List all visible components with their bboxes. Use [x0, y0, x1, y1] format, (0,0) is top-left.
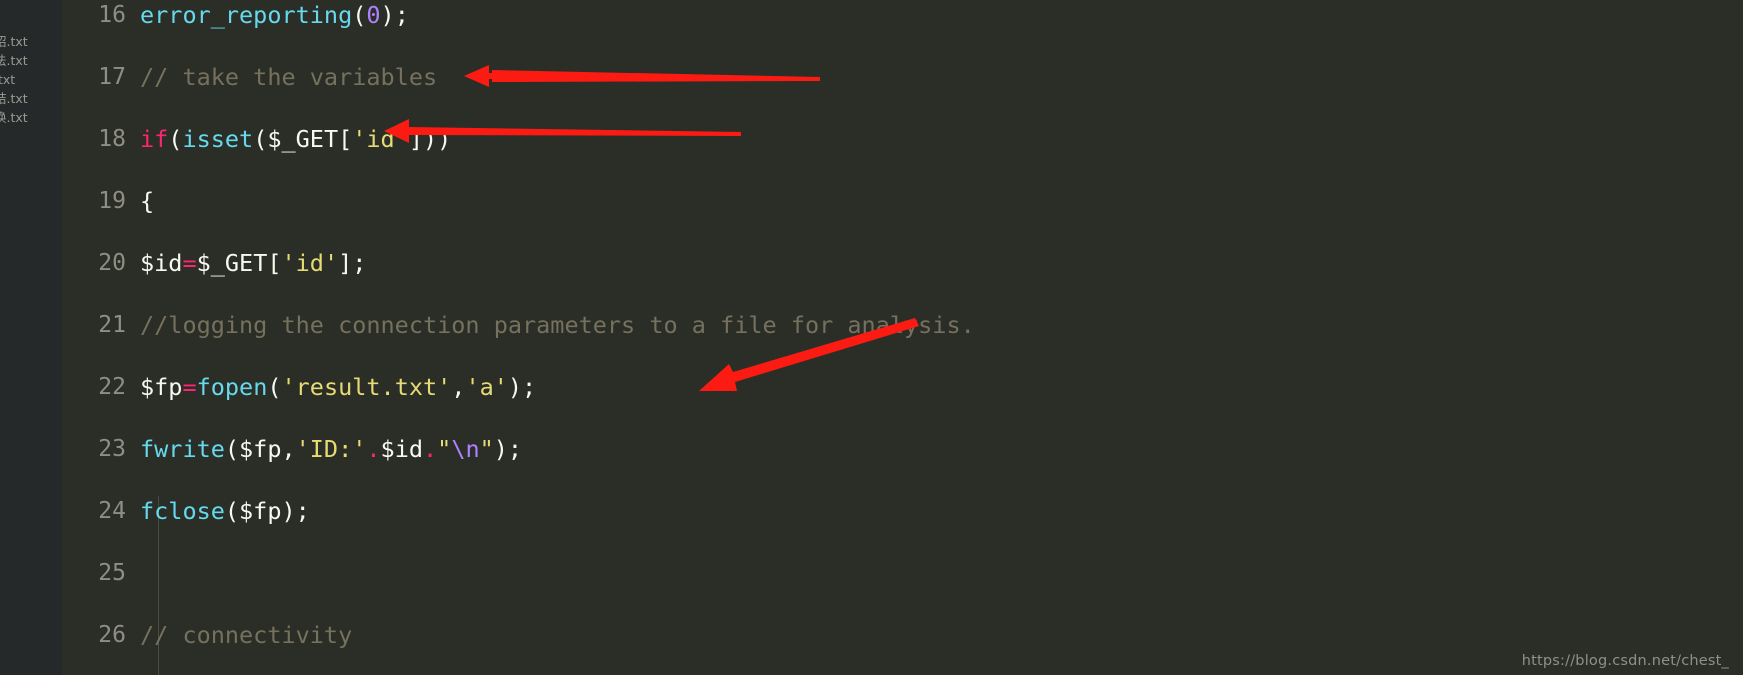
code-line[interactable]: 22 $fp=fopen('result.txt','a'); [62, 372, 1743, 403]
file-list-item[interactable]: 法.txt [0, 51, 62, 70]
line-number: 22 [98, 374, 126, 400]
file-list-item[interactable]: 换.txt [0, 108, 62, 127]
line-content[interactable]: // take the variables [140, 62, 437, 93]
code-line[interactable]: 24 fclose($fp); [62, 496, 1743, 527]
line-content[interactable]: // connectivity [140, 620, 352, 651]
file-list-item[interactable]: t [0, 13, 62, 32]
line-content[interactable]: fclose($fp); [140, 496, 310, 527]
line-content[interactable]: fwrite($fp,'ID:'.$id."\n"); [140, 434, 522, 465]
line-content[interactable]: $id=$_GET['id']; [140, 248, 366, 279]
watermark-url: https://blog.csdn.net/chest_ [1521, 653, 1729, 669]
line-number: 18 [98, 126, 126, 152]
code-line[interactable]: 21 //logging the connection parameters t… [62, 310, 1743, 341]
line-number: 24 [98, 498, 126, 524]
file-list-item[interactable]: .txt [0, 70, 62, 89]
code-line[interactable]: 26 // connectivity [62, 620, 1743, 651]
file-list-item[interactable]: 绍.txt [0, 32, 62, 51]
file-list[interactable]: t 绍.txt 法.txt .txt 结.txt 换.txt [0, 0, 62, 127]
code-line[interactable]: 16 error_reporting(0); [62, 0, 1743, 31]
code-line[interactable]: 17 // take the variables [62, 62, 1743, 93]
code-line[interactable]: 23 fwrite($fp,'ID:'.$id."\n"); [62, 434, 1743, 465]
line-content[interactable]: if(isset($_GET['id'])) [140, 124, 451, 155]
line-number: 23 [98, 436, 126, 462]
code-line[interactable]: 20 $id=$_GET['id']; [62, 248, 1743, 279]
line-number: 26 [98, 622, 126, 648]
line-number: 20 [98, 250, 126, 276]
code-editor-screenshot: t 绍.txt 法.txt .txt 结.txt 换.txt 16 error_… [0, 0, 1743, 675]
line-content[interactable]: { [140, 186, 154, 217]
line-number: 25 [98, 560, 126, 586]
file-explorer-sidebar[interactable]: t 绍.txt 法.txt .txt 结.txt 换.txt [0, 0, 63, 675]
line-number: 16 [98, 2, 126, 28]
line-content[interactable]: error_reporting(0); [140, 0, 409, 31]
line-content[interactable]: $fp=fopen('result.txt','a'); [140, 372, 536, 403]
line-number: 19 [98, 188, 126, 214]
line-number: 17 [98, 64, 126, 90]
code-line[interactable]: 18 if(isset($_GET['id'])) [62, 124, 1743, 155]
code-editor-pane[interactable]: 16 error_reporting(0); 17 // take the va… [62, 0, 1743, 675]
line-number: 21 [98, 312, 126, 338]
line-content[interactable]: //logging the connection parameters to a… [140, 310, 975, 341]
file-list-item[interactable]: 结.txt [0, 89, 62, 108]
code-line[interactable]: 25 [62, 558, 1743, 589]
code-line[interactable]: 19 { [62, 186, 1743, 217]
